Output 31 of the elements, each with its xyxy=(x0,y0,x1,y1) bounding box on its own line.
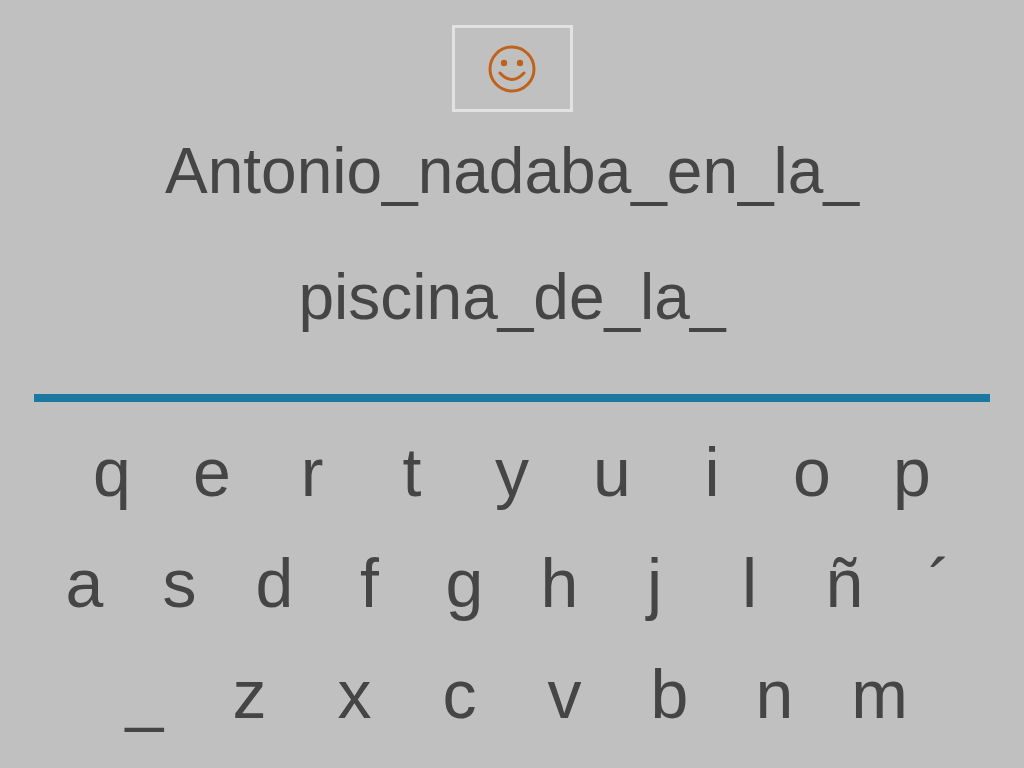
letter-key[interactable]: o xyxy=(762,426,862,517)
sentence-line: piscina_de_la_ xyxy=(297,260,728,335)
letter-key[interactable]: f xyxy=(322,537,417,628)
letter-key[interactable]: z xyxy=(197,648,302,739)
sentence-line: Antonio_nadaba_en_la_ xyxy=(165,134,859,209)
letter-key[interactable]: h xyxy=(512,537,607,628)
letter-key[interactable]: t xyxy=(362,426,462,517)
letter-key[interactable]: i xyxy=(662,426,762,517)
letter-key[interactable]: y xyxy=(462,426,562,517)
letter-key[interactable]: u xyxy=(562,426,662,517)
hint-button[interactable] xyxy=(451,25,573,112)
letter-key[interactable]: a xyxy=(37,537,132,628)
smiley-icon xyxy=(487,43,537,94)
letter-key[interactable]: q xyxy=(62,426,162,517)
letter-key[interactable]: s xyxy=(132,537,227,628)
letter-key[interactable]: l xyxy=(702,537,797,628)
letter-key[interactable]: j xyxy=(607,537,702,628)
letter-key[interactable]: ñ xyxy=(797,537,892,628)
letter-key[interactable]: m xyxy=(827,648,932,739)
letter-key[interactable]: x xyxy=(302,648,407,739)
letter-key[interactable]: b xyxy=(617,648,722,739)
letter-key[interactable]: v xyxy=(512,648,617,739)
letter-key[interactable]: ´ xyxy=(892,537,987,628)
letter-key[interactable]: r xyxy=(262,426,362,517)
letter-key[interactable]: p xyxy=(862,426,962,517)
letter-key[interactable]: g xyxy=(417,537,512,628)
letter-key[interactable]: n xyxy=(722,648,827,739)
letter-key[interactable]: _ xyxy=(92,648,197,739)
letter-key[interactable]: c xyxy=(407,648,512,739)
letter-key[interactable]: d xyxy=(227,537,322,628)
letter-key[interactable]: e xyxy=(162,426,262,517)
